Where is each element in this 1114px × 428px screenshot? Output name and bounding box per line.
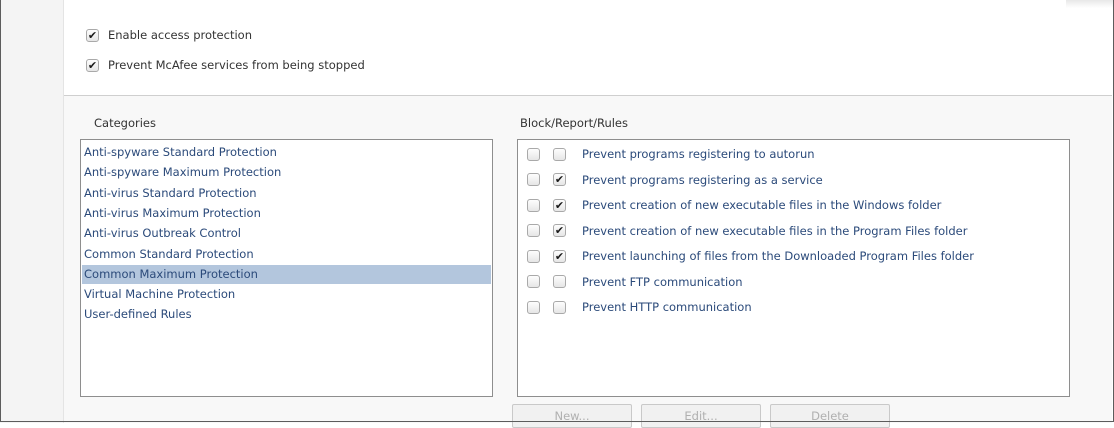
window-frame [0,0,1114,422]
